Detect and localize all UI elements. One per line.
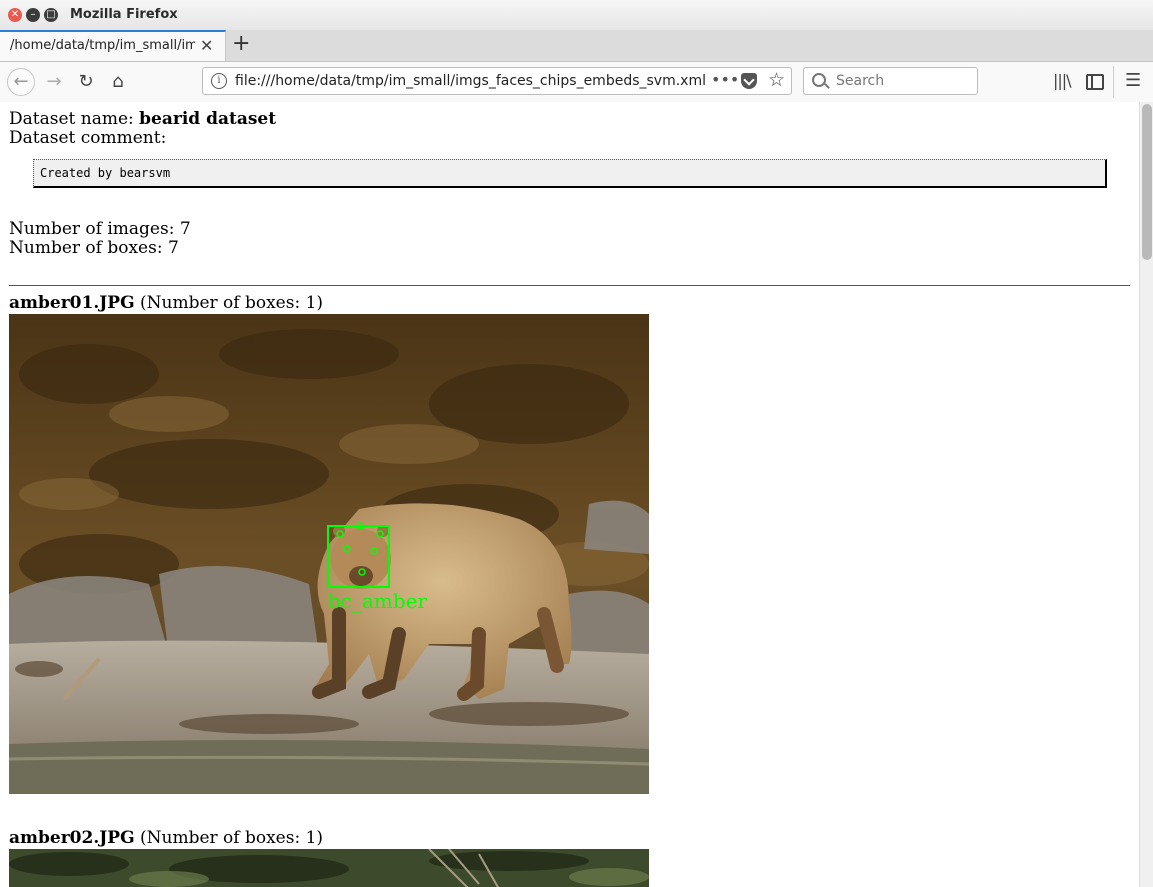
window-close-button[interactable]: ✕	[8, 8, 22, 22]
page-content: Dataset name: bearid dataset Dataset com…	[0, 102, 1139, 887]
dataset-comment-label: Dataset comment:	[9, 128, 167, 148]
search-placeholder: Search	[836, 73, 885, 89]
tab-active[interactable]: /home/data/tmp/im_small/imgs_faces_chips…	[0, 30, 226, 61]
bookmark-star-icon[interactable]: ☆	[768, 69, 785, 91]
url-text[interactable]: file:///home/data/tmp/im_small/imgs_face…	[235, 73, 706, 89]
minimize-icon: –	[30, 9, 36, 20]
pocket-icon[interactable]	[741, 73, 757, 89]
image-box-count: (Number of boxes: 1)	[134, 828, 324, 848]
sidebar-icon[interactable]	[1086, 74, 1104, 90]
back-icon[interactable]: ←	[7, 68, 35, 96]
bear-photo-2	[9, 849, 649, 887]
new-tab-icon[interactable]: +	[232, 32, 250, 56]
dataset-comment-box: Created by bearsvm	[33, 159, 1107, 188]
tab-label: /home/data/tmp/im_small/imgs_faces_chips…	[10, 38, 195, 53]
window-minimize-button[interactable]: –	[26, 8, 40, 22]
image-heading: amber02.JPG (Number of boxes: 1)	[9, 828, 323, 848]
window-maximize-button[interactable]: □	[44, 8, 58, 22]
dataset-name-line: Dataset name: bearid dataset	[9, 109, 276, 129]
search-icon	[812, 73, 826, 87]
tab-close-icon[interactable]: ✕	[200, 36, 213, 55]
dataset-comment: Created by bearsvm	[40, 166, 171, 180]
dataset-name-label: Dataset name:	[9, 109, 140, 129]
home-icon[interactable]: ⌂	[104, 68, 132, 96]
reload-icon[interactable]: ↻	[72, 68, 100, 96]
divider	[9, 285, 1130, 286]
info-icon[interactable]: i	[211, 73, 227, 89]
library-icon[interactable]: |||\	[1053, 71, 1072, 90]
scrollbar[interactable]	[1139, 102, 1153, 887]
scrollbar-thumb[interactable]	[1142, 104, 1152, 260]
toolbar-divider	[1113, 66, 1114, 98]
image-filename: amber02.JPG	[9, 828, 135, 848]
box-count: Number of boxes: 7	[9, 238, 179, 258]
navigation-toolbar: ← → ↻ ⌂ i file:///home/data/tmp/im_small…	[0, 62, 1153, 103]
detection-label: bc_amber	[328, 589, 428, 613]
bear-photo: bc_amber	[9, 314, 649, 794]
image-amber02	[9, 849, 649, 887]
maximize-icon: □	[46, 9, 56, 20]
dataset-name: bearid dataset	[139, 109, 277, 129]
image-amber01: bc_amber	[9, 314, 649, 794]
window-title: Mozilla Firefox	[70, 7, 178, 22]
hamburger-menu-icon[interactable]: ☰	[1125, 70, 1141, 91]
url-bar[interactable]: i file:///home/data/tmp/im_small/imgs_fa…	[202, 67, 792, 95]
search-input[interactable]: Search	[803, 67, 978, 95]
close-icon: ✕	[10, 9, 20, 20]
image-box-count: (Number of boxes: 1)	[134, 293, 324, 313]
more-icon[interactable]: •••	[711, 70, 739, 89]
forward-icon[interactable]: →	[40, 68, 68, 96]
image-count: Number of images: 7	[9, 219, 191, 239]
tab-strip: /home/data/tmp/im_small/imgs_faces_chips…	[0, 30, 1153, 62]
window-titlebar: ✕ – □ Mozilla Firefox	[0, 0, 1153, 31]
image-heading: amber01.JPG (Number of boxes: 1)	[9, 293, 323, 313]
image-filename: amber01.JPG	[9, 293, 135, 313]
